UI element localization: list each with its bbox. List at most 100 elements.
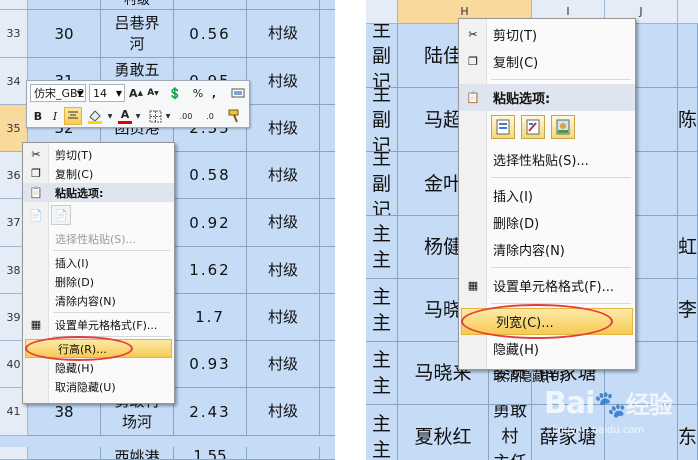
increase-decimal-icon[interactable]: .00 [175,107,197,125]
menu-item[interactable]: ❐ 复制(C) [459,48,635,75]
accounting-format-icon[interactable]: 💲 [165,85,185,101]
menu-item[interactable]: ✂ 剪切(T) [23,145,174,164]
cell[interactable]: 2.43 [174,388,247,436]
comma-style-icon[interactable]: , [207,84,221,102]
cell[interactable]: 虹 [678,216,698,279]
bold-button[interactable]: B [30,107,46,125]
chevron-down-icon: ▼ [76,88,83,98]
shrink-font-icon[interactable]: A ▼ [145,84,161,102]
menu-item[interactable]: ▦ 设置单元格格式(F)... [459,272,635,299]
column-header[interactable] [678,0,698,24]
cell[interactable]: 0.93 [174,341,247,388]
menu-item[interactable]: ❐ 复制(C) [23,164,174,183]
cell[interactable]: 主主 [366,342,398,405]
row-header[interactable]: 34 [0,58,28,105]
cell [320,0,335,10]
chevron-down-icon[interactable]: ▼ [135,107,141,125]
cell[interactable]: 村级 [247,199,320,247]
menu-item[interactable]: 清除内容(N) [459,236,635,263]
cell[interactable]: 30 [28,10,101,58]
cell[interactable]: 1.7 [174,294,247,341]
menu-item[interactable]: 插入(I) [23,253,174,272]
paste-values-icon[interactable] [491,115,515,139]
format-painter-icon[interactable] [225,107,245,125]
cell[interactable]: 1.62 [174,247,247,294]
cell[interactable] [678,342,698,405]
menu-item[interactable]: 选择性粘贴(S)... [23,229,174,248]
cell[interactable]: 主主 [366,216,398,279]
cell[interactable]: 勇敢村 主任 [489,405,532,460]
cell[interactable]: 1.55 [174,447,247,460]
row-number: 33 [6,27,21,40]
chevron-down-icon: ▼ [115,88,122,98]
menu-item[interactable]: 清除内容(N) [23,291,174,310]
cell[interactable]: 0.56 [174,10,247,58]
menu-item[interactable]: ✂ 剪切(T) [459,21,635,48]
cell[interactable]: 陈 [678,88,698,152]
menu-item[interactable]: 插入(I) [459,182,635,209]
cell-text: 0.92 [189,213,231,232]
italic-button[interactable]: I [48,107,62,125]
decrease-decimal-label: .0 [206,111,214,121]
column-header[interactable] [366,0,398,24]
cell[interactable]: 主主 [366,405,398,460]
cell[interactable]: 主主 [366,279,398,342]
cell-text: 0.58 [189,166,231,184]
cell[interactable]: 村级 [247,58,320,105]
cell-text: 村级 [267,402,298,420]
chevron-down-icon[interactable]: ▼ [165,107,171,125]
paste-picture-icon[interactable] [551,115,575,139]
context-menu: ✂ 剪切(T) ❐ 复制(C) 📋 粘贴选项: 📄 📄 选择性粘贴(S)... 插入(I) 删除(D… [22,142,175,404]
menu-item[interactable]: 删除(D) [459,209,635,236]
paste-options-row[interactable]: 📄 📄 [23,202,174,229]
menu-item-label: 设置单元格格式(F)... [55,318,158,332]
menu-item[interactable]: 隐藏(H) [23,358,174,377]
cell[interactable]: 0.92 [174,199,247,247]
cell[interactable]: 东 [678,405,698,460]
paste-options-row[interactable] [459,111,635,146]
menu-item[interactable]: ▦ 设置单元格格式(F)... [23,315,174,334]
cell[interactable] [678,152,698,216]
menu-item[interactable]: 选择性粘贴(S)... [459,146,635,173]
row-header[interactable]: 33 [0,10,28,58]
row-header[interactable] [0,0,28,10]
cell-text: 村级 [267,165,298,184]
cell[interactable]: 村级 [247,152,320,199]
cell[interactable]: 夏秋红 [398,405,489,460]
cell[interactable]: 0.58 [174,152,247,199]
font-color-icon[interactable]: A [115,107,135,125]
cell-text: 陈 [678,108,698,131]
cell[interactable]: 主副 记 [366,152,398,216]
percent-label: % [192,86,204,100]
align-center-button[interactable] [64,107,82,125]
paste-formulas-icon[interactable] [521,115,545,139]
cell[interactable]: 吕巷界 河 [101,10,174,58]
borders-icon[interactable] [145,107,165,125]
cell[interactable]: 李 [678,279,698,342]
cell[interactable]: 主副 记 [366,24,398,88]
menu-item[interactable]: 删除(D) [23,272,174,291]
fill-color-icon[interactable] [85,107,107,125]
cell[interactable]: 村级 [247,105,320,152]
cell[interactable]: 村级 [247,341,320,388]
font-name-dropdown[interactable]: 仿宋_GB2 ▼ [30,84,86,102]
menu-item[interactable]: 隐藏(H) [459,335,635,362]
menu-item-label: 复制(C) [493,56,539,71]
font-size-dropdown[interactable]: 14 ▼ [89,84,125,102]
cell[interactable]: 村级 [247,388,320,436]
cell[interactable]: 村级 [247,247,320,294]
cell[interactable]: 村级 [247,10,320,58]
cell[interactable]: 村级 [247,294,320,341]
chevron-down-icon[interactable]: ▼ [107,107,113,125]
menu-item[interactable]: 取消隐藏(U) [23,377,174,396]
cell[interactable]: 西姚港 [101,447,174,460]
cell-partial[interactable]: 村级 [101,0,174,10]
cell[interactable]: 主副 记 [366,88,398,152]
cell-text: 西姚港 [114,448,160,460]
format-painter-small-icon[interactable] [229,84,247,102]
decrease-decimal-icon[interactable]: .0 [199,107,221,125]
grow-font-icon[interactable]: A ▲ [128,84,144,102]
percent-style-icon[interactable]: % [191,84,205,102]
cell[interactable] [678,24,698,88]
row-header[interactable] [0,447,28,460]
